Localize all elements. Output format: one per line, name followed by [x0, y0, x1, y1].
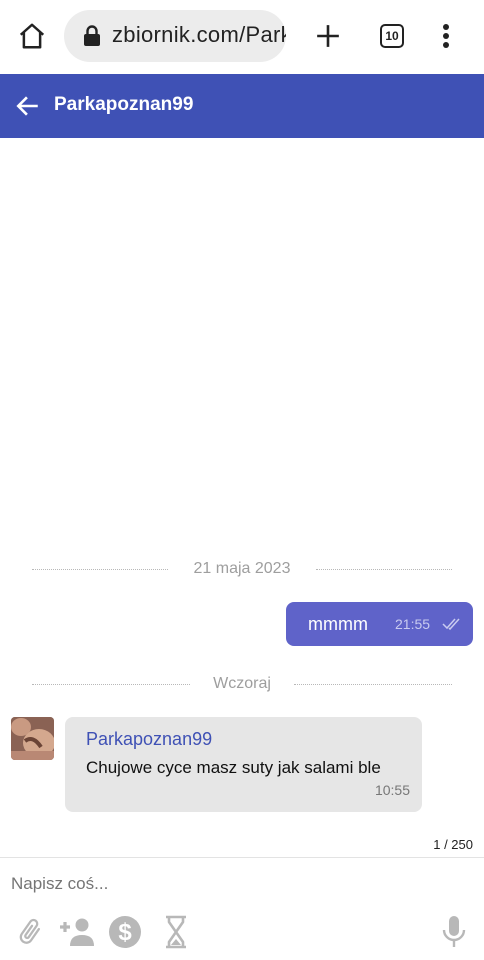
message-time: 10:55 — [374, 782, 410, 798]
char-counter: 1 / 250 — [433, 837, 473, 852]
browser-menu-button[interactable] — [428, 18, 464, 54]
outgoing-message[interactable]: mmmm 21:55 — [286, 602, 473, 646]
dollar-icon: $ — [109, 916, 141, 948]
separator-line — [294, 684, 452, 685]
svg-text:$: $ — [118, 919, 132, 946]
sender-name[interactable]: Parkapoznan99 — [86, 729, 212, 750]
url-text: zbiornik.com/Parkapoznan99 — [112, 22, 286, 47]
date-separator: 21 maja 2023 — [32, 558, 452, 582]
page: zbiornik.com/Parkapoznan99 10 Parkapozna… — [0, 0, 484, 960]
home-icon — [19, 23, 45, 49]
hourglass-icon — [166, 915, 186, 949]
chat-title: Parkapoznan99 — [54, 94, 194, 115]
message-composer: $ — [0, 857, 484, 960]
new-tab-button[interactable] — [310, 18, 346, 54]
home-button[interactable] — [14, 18, 50, 54]
separator-line — [316, 569, 452, 570]
message-input[interactable] — [0, 858, 484, 910]
lock-icon — [84, 25, 100, 46]
avatar[interactable] — [11, 717, 54, 760]
add-friend-button[interactable] — [56, 913, 96, 951]
plus-icon — [317, 25, 339, 47]
voice-message-button[interactable] — [436, 913, 472, 951]
arrow-back-icon — [16, 96, 38, 116]
incoming-message[interactable]: Parkapoznan99 Chujowe cyce masz suty jak… — [65, 717, 422, 812]
message-time: 21:55 — [395, 616, 431, 632]
back-button[interactable] — [10, 88, 46, 124]
timer-button[interactable] — [158, 913, 194, 951]
message-text: mmmm — [308, 614, 368, 634]
payment-button[interactable]: $ — [107, 913, 143, 951]
more-vert-icon — [443, 24, 449, 48]
microphone-icon — [442, 916, 466, 947]
browser-toolbar: zbiornik.com/Parkapoznan99 10 — [0, 0, 484, 74]
address-bar[interactable]: zbiornik.com/Parkapoznan99 — [64, 10, 286, 62]
double-check-icon — [442, 618, 460, 631]
chat-header: Parkapoznan99 — [0, 74, 484, 138]
message-text: Chujowe cyce masz suty jak salami ble — [86, 758, 381, 777]
attach-button[interactable] — [12, 913, 48, 951]
add-person-icon — [60, 918, 94, 946]
tab-count: 10 — [380, 24, 404, 48]
tab-switcher-button[interactable]: 10 — [374, 18, 410, 54]
paperclip-icon — [19, 918, 41, 944]
date-separator: Wczoraj — [32, 673, 452, 697]
avatar-photo — [11, 717, 54, 760]
